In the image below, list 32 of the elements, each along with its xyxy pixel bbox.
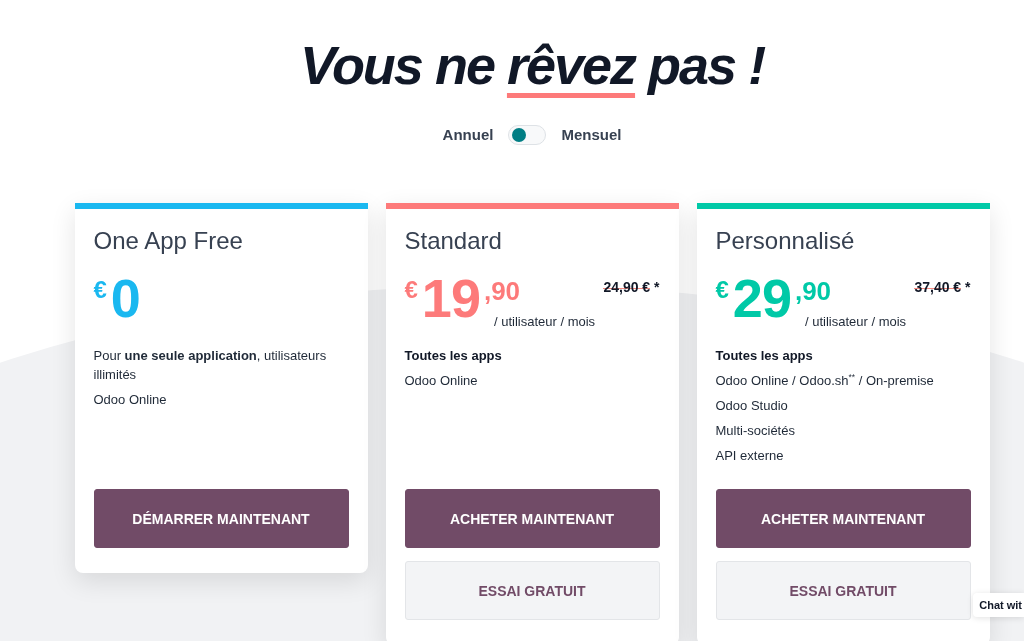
price-amount: 29: [732, 271, 791, 325]
plan-name: Standard: [404, 226, 503, 256]
price-amount: 0: [110, 271, 140, 325]
feature-item: API externe: [715, 447, 785, 465]
chat-button[interactable]: Chat wit: [973, 593, 1024, 617]
buy-button[interactable]: DÉMARRER MAINTENANT: [93, 489, 349, 548]
annual-label: Annuel: [442, 125, 494, 145]
buy-button[interactable]: ACHETER MAINTENANT: [715, 489, 971, 548]
plan-name: One App Free: [93, 226, 244, 256]
page-title: Vous ne rêvez pas !: [299, 36, 765, 94]
feature-item: Odoo Studio: [715, 397, 789, 415]
feature-item: Pour une seule application, utilisateurs illimités: [93, 347, 328, 384]
feature-heading: Toutes les apps: [715, 347, 814, 365]
trial-button[interactable]: ESSAI GRATUIT: [404, 561, 660, 620]
price-cents: ,90: [483, 278, 521, 304]
price-period: / utilisateur / mois: [493, 314, 597, 330]
currency-symbol: €: [93, 278, 107, 302]
plan-name: Personnalisé: [715, 226, 856, 256]
billing-switch[interactable]: [508, 125, 547, 145]
monthly-label: Mensuel: [561, 125, 622, 145]
feature-item: Multi-sociétés: [715, 422, 796, 440]
price-period: / utilisateur / mois: [804, 314, 908, 330]
price-amount: 19: [421, 271, 480, 325]
currency-symbol: €: [404, 278, 418, 305]
currency-symbol: €: [715, 278, 729, 305]
trial-button[interactable]: ESSAI GRATUIT: [715, 561, 971, 620]
buy-button[interactable]: ACHETER MAINTENANT: [404, 489, 660, 548]
feature-item: Odoo Online / Odoo.sh$^{**}$ / On-premise: [715, 371, 935, 390]
feature-item: Odoo Online: [93, 391, 168, 409]
price-cents: ,90: [794, 278, 832, 304]
feature-item: Odoo Online: [404, 372, 479, 390]
feature-heading: Toutes les apps: [404, 347, 503, 365]
